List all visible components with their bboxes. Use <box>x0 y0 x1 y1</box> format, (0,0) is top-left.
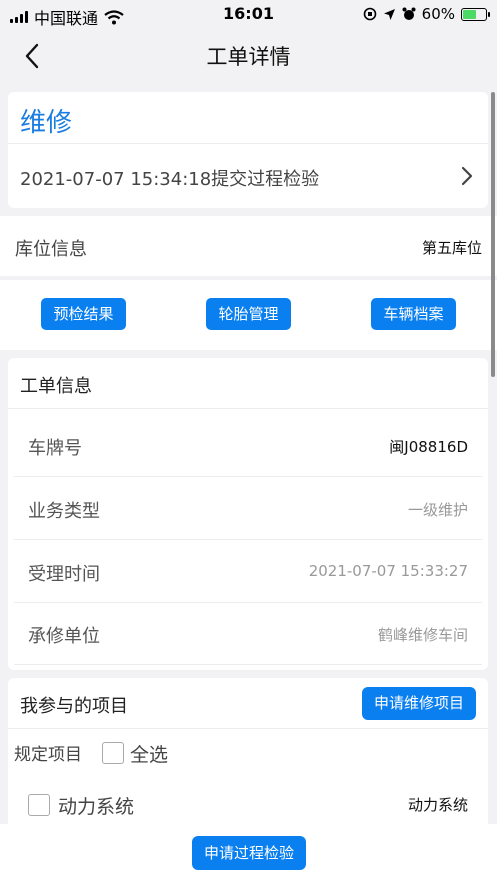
tire-management-button[interactable]: 轮胎管理 <box>206 298 291 330</box>
status-bar: 中国联通 16:01 60% <box>0 0 497 30</box>
select-all-checkbox[interactable] <box>102 742 124 764</box>
order-type-title: 维修 <box>20 108 73 138</box>
item-checkbox-power[interactable] <box>28 794 50 816</box>
work-order-info-card: 工单信息 车牌号 闽J08816D 业务类型 一级维护 受理时间 2021-07… <box>8 358 488 670</box>
projects-title: 我参与的项目 <box>20 696 128 717</box>
process-record-text: 2021-07-07 15:34:18提交过程检验 <box>20 169 320 190</box>
info-value: 鹤峰维修车间 <box>377 626 468 644</box>
location-icon <box>383 8 395 20</box>
info-value: 2021-07-07 15:33:27 <box>308 562 468 580</box>
info-row-repair-unit: 承修单位 鹤峰维修车间 <box>14 602 482 664</box>
divider <box>14 664 482 665</box>
info-label: 业务类型 <box>28 501 100 522</box>
orientation-lock-icon <box>363 7 376 21</box>
battery-icon <box>461 7 490 21</box>
info-section-title: 工单信息 <box>20 376 92 397</box>
info-label: 承修单位 <box>28 626 100 647</box>
precheck-result-button[interactable]: 预检结果 <box>41 298 126 330</box>
item-value: 动力系统 <box>407 796 468 814</box>
bay-label: 库位信息 <box>15 239 87 260</box>
info-row-business-type: 业务类型 一级维护 <box>14 477 482 539</box>
my-projects-card: 我参与的项目 申请维修项目 规定项目 全选 动力系统 动力系统 <box>8 678 488 838</box>
process-record-row[interactable]: 2021-07-07 15:34:18提交过程检验 <box>8 144 488 208</box>
info-label: 车牌号 <box>28 438 82 459</box>
scrollbar[interactable] <box>491 92 495 377</box>
chevron-right-icon <box>461 166 473 186</box>
bay-info-row: 库位信息 第五库位 <box>0 216 497 276</box>
item-label[interactable]: 动力系统 <box>58 792 134 819</box>
vehicle-file-button[interactable]: 车辆档案 <box>371 298 456 330</box>
order-summary-card: 维修 2021-07-07 15:34:18提交过程检验 <box>8 92 488 208</box>
info-value: 闽J08816D <box>389 438 468 456</box>
alarm-icon <box>402 7 416 20</box>
apply-process-inspection-button[interactable]: 申请过程检验 <box>192 836 306 870</box>
apply-repair-item-button[interactable]: 申请维修项目 <box>362 687 476 720</box>
info-label: 受理时间 <box>28 564 100 585</box>
divider <box>8 728 488 729</box>
page-title: 工单详情 <box>206 45 291 69</box>
select-all-label[interactable]: 全选 <box>130 740 168 767</box>
specified-items-label: 规定项目 <box>14 745 82 765</box>
action-button-row: 预检结果 轮胎管理 车辆档案 <box>0 280 497 350</box>
info-row-plate: 车牌号 闽J08816D <box>14 414 482 476</box>
bay-value: 第五库位 <box>421 239 482 257</box>
battery-percent: 60% <box>421 5 455 23</box>
divider <box>8 408 488 409</box>
nav-bar: 工单详情 <box>0 30 497 82</box>
info-row-accept-time: 受理时间 2021-07-07 15:33:27 <box>14 540 482 602</box>
bottom-action-bar: 申请过程检验 <box>0 824 497 883</box>
info-value: 一级维护 <box>407 501 468 519</box>
